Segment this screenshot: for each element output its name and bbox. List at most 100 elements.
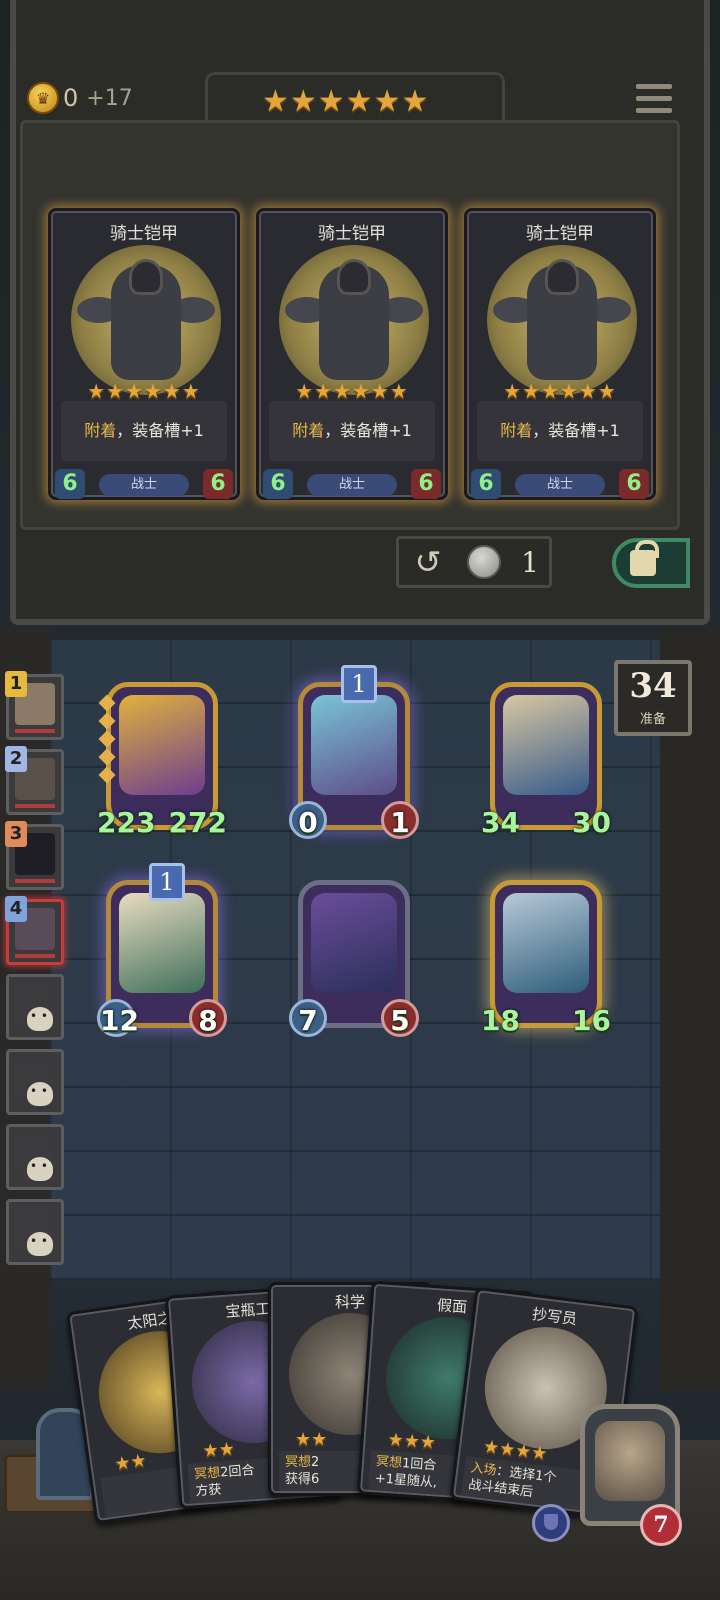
unit-attack: 223 bbox=[97, 806, 156, 839]
card-title: 骑士铠甲 bbox=[318, 224, 386, 244]
board-unit[interactable]: 1 0 1 bbox=[289, 665, 419, 839]
player-slot[interactable]: 3 bbox=[5, 821, 64, 890]
player-slot[interactable]: 1 bbox=[5, 671, 64, 740]
tribe-badge: 战士 bbox=[515, 474, 605, 496]
card-health: 6 bbox=[411, 469, 441, 499]
board-unit[interactable]: 1 12 8 bbox=[97, 863, 227, 1037]
unit-portrait bbox=[311, 893, 397, 993]
unit-portrait bbox=[119, 893, 205, 993]
unit-health: 1 bbox=[381, 801, 419, 839]
menu-icon bbox=[636, 83, 672, 89]
unit-attack: 0 bbox=[289, 801, 327, 839]
hand-card-keyword: 入场 bbox=[469, 1460, 498, 1479]
gold-income: +17 bbox=[86, 85, 133, 111]
hero-health: 7 bbox=[640, 1504, 682, 1546]
unit-attack: 34 bbox=[481, 806, 520, 839]
player-slot[interactable] bbox=[6, 1049, 64, 1115]
unit-level: 1 bbox=[341, 665, 377, 703]
card-description: 附着，装备槽+1 bbox=[269, 401, 435, 461]
unit-level: 1 bbox=[149, 863, 185, 901]
unlock-icon bbox=[630, 540, 659, 576]
player-rank: 2 bbox=[5, 746, 27, 772]
card-stars: ★★★★★★ bbox=[87, 379, 201, 403]
card-stars: ★★★★★★ bbox=[503, 379, 617, 403]
hand-card-stars: ★★ bbox=[295, 1429, 328, 1450]
card-attack: 6 bbox=[263, 469, 293, 499]
card-description: 附着，装备槽+1 bbox=[477, 401, 643, 461]
card-stars: ★★★★★★ bbox=[295, 379, 409, 403]
skull-icon bbox=[27, 1232, 53, 1256]
unit-health: 8 bbox=[189, 999, 227, 1037]
right-wall bbox=[660, 630, 720, 1390]
unit-portrait bbox=[503, 893, 589, 993]
hand-card-keyword: 冥想 bbox=[193, 1465, 221, 1483]
card-attack: 6 bbox=[471, 469, 501, 499]
board-unit[interactable]: 34 30 bbox=[481, 682, 611, 839]
card-health: 6 bbox=[619, 469, 649, 499]
player-health-bar bbox=[15, 729, 55, 733]
hero-cat-face bbox=[595, 1421, 665, 1501]
unit-attack: 18 bbox=[481, 1004, 520, 1037]
card-title: 骑士铠甲 bbox=[110, 224, 178, 244]
player-slot[interactable] bbox=[6, 1124, 64, 1190]
crown-coin-icon: ♛ bbox=[27, 82, 59, 114]
unit-portrait bbox=[119, 695, 205, 795]
player-health-bar bbox=[15, 879, 55, 883]
unit-health: 16 bbox=[572, 1004, 611, 1037]
refresh-panel: ↺ 1 bbox=[396, 536, 552, 588]
card-keyword: 附着 bbox=[84, 421, 117, 440]
unit-attack: 12 bbox=[97, 999, 139, 1037]
hand-card-stars: ★★ bbox=[201, 1438, 236, 1462]
shop-card[interactable]: 骑士铠甲 ★★★★★★ 附着，装备槽+1 战士 6 6 bbox=[256, 208, 448, 500]
lock-shop-button[interactable] bbox=[612, 538, 690, 588]
refresh-cost: 1 bbox=[521, 545, 539, 579]
card-effect: ，装备槽+1 bbox=[532, 421, 620, 440]
card-health: 6 bbox=[203, 469, 233, 499]
turn-counter: 34 准备 bbox=[614, 660, 692, 736]
refresh-button[interactable]: ↺ bbox=[409, 543, 447, 581]
board-unit[interactable]: 18 16 bbox=[481, 880, 611, 1037]
hand-card-stars: ★★★ bbox=[386, 1429, 437, 1454]
gold-counter: ♛ 0 +17 bbox=[27, 82, 133, 114]
board-unit[interactable]: 223 272 bbox=[97, 682, 227, 839]
player-slot[interactable]: 4 bbox=[5, 896, 64, 965]
player-slot[interactable] bbox=[6, 1199, 64, 1265]
player-rank: 3 bbox=[5, 821, 27, 847]
card-keyword: 附着 bbox=[292, 421, 325, 440]
turn-phase: 准备 bbox=[639, 712, 666, 727]
turn-number: 34 bbox=[629, 666, 677, 706]
gold-amount: 0 bbox=[63, 84, 79, 112]
player-slot[interactable] bbox=[6, 974, 64, 1040]
unit-portrait bbox=[503, 695, 589, 795]
board-unit[interactable]: 7 5 bbox=[289, 880, 419, 1037]
unit-health: 30 bbox=[572, 806, 611, 839]
skull-icon bbox=[27, 1007, 53, 1031]
unit-health: 5 bbox=[381, 999, 419, 1037]
player-health-bar bbox=[15, 804, 55, 808]
unit-portrait bbox=[311, 695, 397, 795]
hand-card-keyword: 冥想 bbox=[285, 1455, 312, 1470]
knight-armor-art bbox=[279, 245, 429, 395]
player-rank: 1 bbox=[5, 671, 27, 697]
player-rank: 4 bbox=[5, 896, 27, 922]
card-effect: ，装备槽+1 bbox=[116, 421, 204, 440]
shop-card[interactable]: 骑士铠甲 ★★★★★★ 附着，装备槽+1 战士 6 6 bbox=[464, 208, 656, 500]
card-attack: 6 bbox=[55, 469, 85, 499]
skull-icon bbox=[27, 1082, 53, 1106]
card-effect: ，装备槽+1 bbox=[324, 421, 412, 440]
upgrade-gems bbox=[98, 694, 116, 784]
shop-tier-stars: ★★★★★★ bbox=[262, 84, 430, 119]
menu-button[interactable] bbox=[636, 80, 672, 116]
shop-card[interactable]: 骑士铠甲 ★★★★★★ 附着，装备槽+1 战士 6 6 bbox=[48, 208, 240, 500]
player-slot[interactable]: 2 bbox=[5, 746, 64, 815]
refresh-coin-icon bbox=[467, 545, 502, 579]
card-description: 附着，装备槽+1 bbox=[61, 401, 227, 461]
skull-icon bbox=[27, 1157, 53, 1181]
card-keyword: 附着 bbox=[500, 421, 533, 440]
tribe-badge: 战士 bbox=[99, 474, 189, 496]
game-screen: ♛ 0 +17 ★★★★★★ 骑士铠甲 ★★★★★★ 附着，装备槽+1 战士 6… bbox=[0, 0, 720, 1600]
unit-attack: 7 bbox=[289, 999, 327, 1037]
armor-shield-icon bbox=[532, 1504, 570, 1542]
card-title: 骑士铠甲 bbox=[526, 224, 594, 244]
tribe-badge: 战士 bbox=[307, 474, 397, 496]
